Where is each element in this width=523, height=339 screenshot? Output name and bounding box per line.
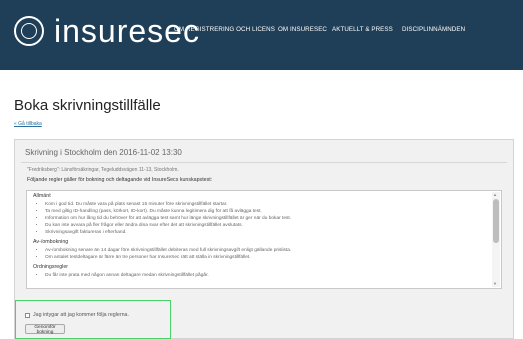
nav-item-disciplinnamnden[interactable]: DISCIPLINNÄMNDEN bbox=[402, 26, 465, 33]
list-item: Information om hur lång tid du behöver f… bbox=[45, 215, 485, 222]
list-item: Ta med giltig ID-handling (pass, körkort… bbox=[45, 208, 485, 215]
booking-panel: Skrivning i Stockholm den 2016-11-02 13:… bbox=[14, 139, 514, 339]
back-link[interactable]: « Gå tillbaka bbox=[14, 121, 42, 127]
divider bbox=[21, 162, 507, 163]
nav-item-aktuellt[interactable]: AKTUELLT & PRESS bbox=[332, 26, 393, 33]
logo-icon[interactable] bbox=[14, 16, 44, 46]
site-header: insuresec OM REGISTRERING OCH LICENS OM … bbox=[0, 0, 523, 70]
list-item: Om antalet testdeltagare är färre än tre… bbox=[45, 254, 485, 261]
rules-list-ordningsregler: Du får inte prata med någon annan deltag… bbox=[33, 272, 485, 279]
nav-item-om-insuresec[interactable]: OM INSURESEC bbox=[278, 26, 327, 33]
session-header: Skrivning i Stockholm den 2016-11-02 13:… bbox=[25, 148, 182, 157]
list-item: Kom i god tid. Du måste vara på plats se… bbox=[45, 201, 485, 208]
nav-item-registrering[interactable]: OM REGISTRERING OCH LICENS bbox=[174, 26, 275, 33]
list-item: Av-/ombokning senare än 14 dagar före sk… bbox=[45, 247, 485, 254]
rules-scroll-box[interactable]: Allmänt Kom i god tid. Du måste vara på … bbox=[26, 190, 502, 289]
rules-list-avombokning: Av-/ombokning senare än 14 dagar före sk… bbox=[33, 247, 485, 261]
scroll-up-icon[interactable]: ▲ bbox=[493, 192, 497, 197]
section-title-avombokning: Av-/ombokning bbox=[33, 239, 69, 245]
section-title-ordningsregler: Ordningsregler bbox=[33, 264, 69, 270]
page-title: Boka skrivningstillfälle bbox=[14, 97, 161, 114]
rules-content: Allmänt Kom i god tid. Du måste vara på … bbox=[33, 193, 485, 282]
agree-label[interactable]: Jag intygar att jag kommer följa reglern… bbox=[33, 312, 129, 318]
rules-intro: Följande regler gäller för bokning och d… bbox=[27, 177, 213, 183]
scroll-thumb[interactable] bbox=[493, 199, 499, 243]
section-title-allmant: Allmänt bbox=[33, 193, 51, 199]
confirm-booking-button[interactable]: Genomför bokning bbox=[25, 324, 65, 335]
session-location: "Fredriksberg": Länsförsäkringar, Tegelu… bbox=[27, 167, 179, 173]
scroll-down-icon[interactable]: ▼ bbox=[493, 281, 497, 286]
list-item: Du kan inte avvara på fler frågor eller … bbox=[45, 222, 485, 229]
agree-checkbox[interactable] bbox=[25, 313, 30, 318]
rules-list-allmant: Kom i god tid. Du måste vara på plats se… bbox=[33, 201, 485, 236]
list-item: Du får inte prata med någon annan deltag… bbox=[45, 272, 485, 279]
scrollbar[interactable]: ▲ ▼ bbox=[492, 192, 500, 287]
list-item: Skrivningsavgift faktureras i efterhand. bbox=[45, 229, 485, 236]
